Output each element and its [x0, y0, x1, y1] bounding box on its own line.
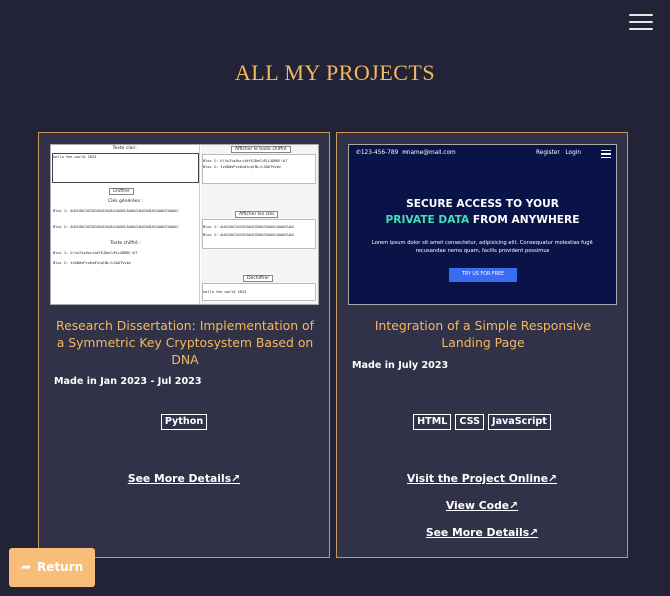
return-label: Return: [37, 560, 84, 574]
project-date: Made in Jan 2023 - Jul 2023: [54, 376, 202, 387]
hamburger-menu-icon[interactable]: [629, 14, 653, 32]
tag-javascript: JavaScript: [488, 414, 551, 430]
keys-label: Clés générées :: [108, 199, 143, 204]
cipher-line-2: Bloc 2: tvU0#sPcz#z#lnqlNLrLSAOTVvbv: [53, 261, 131, 265]
project-title: Research Dissertation: Implementation of…: [56, 318, 314, 367]
project-thumbnail-landing-page: ✆123-456-789 ✉name@mail.com Register Log…: [348, 144, 617, 305]
project-card-cryptosystem: Texte clair : hello the world 2023 Chiff…: [38, 132, 330, 558]
encrypt-button: Chiffrer: [109, 188, 134, 195]
see-more-details-link[interactable]: See More Details↗: [337, 526, 627, 539]
tag-css: CSS: [455, 414, 484, 430]
key-line-2: Bloc 2: AUGCGUCGGCUCGAUCGGAUCGAUGCAUAGCU…: [53, 225, 179, 229]
thumb-hero-rest: FROM ANYWHERE: [472, 214, 580, 226]
key-line-1: Bloc 1: AUGCGUCGGCUCGAUCGGAUCGAUGCAUAGCU…: [53, 209, 179, 213]
thumb-hero-line-1: SECURE ACCESS TO YOUR: [406, 198, 559, 210]
project-thumbnail-cryptosystem: Texte clair : hello the world 2023 Chiff…: [50, 144, 319, 305]
thumb-subtext: Lorem ipsum dolor sit amet consectetur, …: [371, 240, 594, 254]
tech-tags: Python: [39, 414, 329, 430]
page-title: ALL MY PROJECTS: [234, 60, 436, 85]
cipher-line-1: Bloc 1: U!4v2%s8xcit#fEJDeCuPLLXDMD!!AT: [53, 251, 138, 255]
tag-html: HTML: [413, 414, 452, 430]
thumb-register: Register: [536, 150, 560, 156]
thumb-phone: 123-456-789: [360, 150, 399, 156]
project-card-landing-page: ✆123-456-789 ✉name@mail.com Register Log…: [336, 132, 628, 558]
tag-python: Python: [160, 414, 208, 430]
right-line-5: hello the world 2023: [203, 290, 247, 294]
tech-tags: HTML CSS JavaScript: [337, 414, 627, 430]
return-button[interactable]: ➦ Return: [9, 548, 95, 587]
show-cipher-button: Afficher le texte chiffré: [231, 146, 291, 153]
thumb-login: Login: [565, 150, 582, 156]
thumb-hero-highlight: PRIVATE DATA: [385, 214, 470, 226]
right-line-2: Bloc 2: tvU0#sPcz#z#lnqlNLrLSAOTVvbv: [203, 165, 281, 169]
see-more-details-link[interactable]: See More Details↗: [39, 472, 329, 485]
right-line-1: Bloc 1: U!4v2%s8xcit#fEJDeCuPLLXDMD!!AT: [203, 159, 288, 163]
plaintext-label: Texte clair :: [112, 146, 139, 151]
right-line-4: Bloc 2: AUGCGUCGGCUCGAUCGGAUCGAUGCAUAGCU…: [203, 233, 294, 237]
thumb-email: name@mail.com: [406, 150, 456, 156]
share-arrow-icon: ➦: [21, 560, 32, 574]
thumb-menu-icon: [601, 150, 611, 158]
thumb-nav-links: Register Login: [536, 150, 581, 156]
thumb-contact-info: ✆123-456-789 ✉name@mail.com: [356, 150, 456, 156]
show-keys-button: Afficher les clés: [235, 211, 279, 218]
cipher-label: Texte chiffré :: [110, 241, 141, 246]
view-code-link[interactable]: View Code↗: [337, 499, 627, 512]
project-title: Integration of a Simple Responsive Landi…: [374, 318, 592, 350]
right-line-3: Bloc 1: AUGCGUCGGCUCGAUCGGAUCGAUGCAUAGCU…: [203, 225, 294, 229]
thumb-cta-button: TRY US FOR FREE: [449, 268, 517, 282]
visit-project-link[interactable]: Visit the Project Online↗: [337, 472, 627, 485]
project-date: Made in July 2023: [352, 360, 449, 371]
thumb-hero-line-2: PRIVATE DATA FROM ANYWHERE: [349, 214, 616, 226]
decrypt-button: Déchiffrer: [243, 275, 274, 282]
plaintext-value: hello the world 2023: [53, 155, 97, 159]
